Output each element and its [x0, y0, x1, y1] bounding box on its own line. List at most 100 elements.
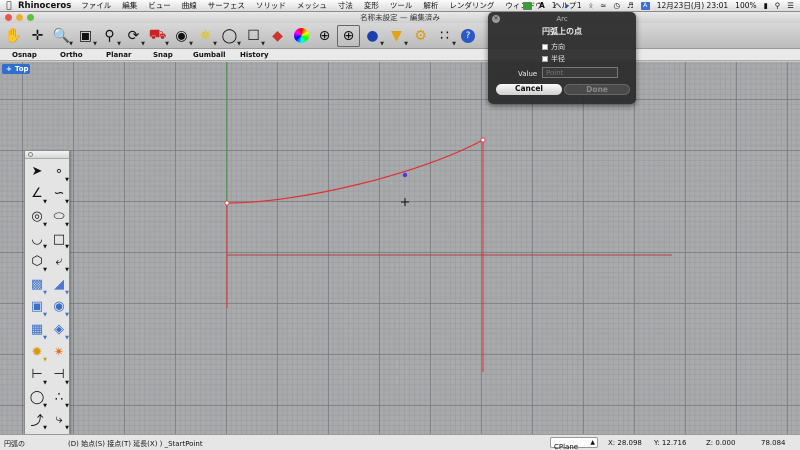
render-icon[interactable]: ∴ ▼	[48, 386, 70, 409]
option-direction[interactable]: 方向	[542, 42, 565, 52]
planar-toggle[interactable]: Planar	[106, 51, 131, 59]
gears-icon[interactable]: ⚙	[409, 25, 432, 47]
menu-edit[interactable]: 編集	[122, 0, 137, 11]
color-wheel-icon[interactable]	[294, 28, 309, 43]
done-button[interactable]: Done	[564, 84, 630, 95]
arc-mid-point[interactable]	[402, 172, 408, 178]
boolean-icon[interactable]: ◉ ▼	[48, 296, 70, 318]
spotlight-icon[interactable]: ⚲	[775, 1, 781, 10]
light-bulb-icon[interactable]: ✵ ▼	[194, 25, 217, 47]
rotate-view-icon[interactable]: ⟳ ▼	[122, 25, 145, 47]
lightbulb-off-icon[interactable]: ◯ ▼	[218, 25, 241, 47]
palette-close-icon[interactable]	[28, 152, 33, 157]
zoom-extents-icon[interactable]: ▣ ▼	[74, 25, 97, 47]
app-menu[interactable]: Rhinoceros	[18, 1, 71, 11]
surface-icon[interactable]: ▩ ▼	[26, 273, 48, 296]
surface-edit-icon[interactable]: ◢ ▼	[48, 273, 70, 296]
grid-points-icon[interactable]: ∷ ▼	[433, 25, 456, 47]
curve-icon[interactable]: ∽ ▼	[48, 183, 70, 205]
rectangle-icon[interactable]: □ ▼	[48, 228, 70, 251]
pan-hand-icon[interactable]: ✋	[2, 25, 25, 47]
offset-icon[interactable]: ⤷ ▼	[48, 409, 70, 431]
explode-icon[interactable]: ✴	[48, 341, 70, 364]
help-icon[interactable]: ?	[461, 28, 475, 43]
battery-percent[interactable]: 100%	[735, 1, 756, 10]
volume-icon[interactable]: ♬	[627, 1, 634, 10]
dialog-close-icon[interactable]: ✕	[492, 15, 500, 23]
point-icon[interactable]: ∘ ▼	[48, 160, 70, 183]
bluetooth-icon[interactable]: ᛟ	[589, 1, 594, 10]
value-input[interactable]	[542, 67, 618, 78]
input-method-icon[interactable]: A	[640, 1, 650, 10]
menu-surface[interactable]: サーフェス	[208, 0, 245, 11]
named-view-car-icon[interactable]: ⛟ ▼	[146, 25, 169, 47]
box-solid-icon[interactable]: ▣ ▼	[26, 296, 48, 318]
snap-toggle[interactable]: Snap	[153, 51, 173, 59]
zoom-selected-icon[interactable]: ⚲ ▼	[98, 25, 121, 47]
ellipse-icon[interactable]: ⬭ ▼	[48, 205, 70, 228]
command-options[interactable]: (D) 始点(S) 接点(T) 延長(X) ) _StartPoint	[68, 439, 203, 449]
analyze-icon[interactable]: ◯ ▼	[26, 386, 48, 409]
mesh-icon[interactable]: ▦ ▼	[26, 318, 48, 341]
status-cursor-icon[interactable]: ➤	[564, 1, 570, 10]
menu-solid[interactable]: ソリッド	[256, 0, 286, 11]
menu-render[interactable]: レンダリング	[449, 0, 494, 11]
move-cross-icon[interactable]: ✛	[26, 25, 49, 47]
cplane-selector[interactable]: CPlane ▲	[550, 437, 598, 450]
menu-view[interactable]: ビュー	[148, 0, 171, 11]
shaded-sphere-icon[interactable]: ⊕	[337, 24, 360, 47]
arc-end-point[interactable]	[480, 137, 486, 143]
circle-icon[interactable]: ◎ ▼	[26, 205, 48, 228]
wifi-icon[interactable]: ≈	[600, 1, 606, 10]
clock-icon[interactable]: ◷	[613, 1, 620, 10]
gumball-toggle[interactable]: Gumball	[193, 51, 226, 59]
curve-edit-icon[interactable]: ⤶ ▼	[48, 250, 70, 273]
arc-icon[interactable]: ◡ ▼	[26, 228, 48, 251]
apple-menu-icon[interactable]: 	[0, 1, 18, 11]
mesh-edit-icon[interactable]: ◈ ▼	[48, 318, 70, 341]
battery-icon[interactable]: ▮	[764, 1, 768, 10]
direction-checkbox[interactable]	[542, 44, 548, 50]
curve-tools-icon[interactable]: ⤴ ▼	[26, 409, 48, 431]
ortho-toggle[interactable]: Ortho	[60, 51, 83, 59]
transform-icon[interactable]: ✹ ▼	[26, 341, 48, 364]
menu-analyze[interactable]: 解析	[423, 0, 438, 11]
lock-icon[interactable]: ☐ ▼	[242, 25, 265, 47]
radius-checkbox[interactable]	[542, 56, 548, 62]
select-arrow-icon[interactable]: ➤	[26, 160, 48, 183]
menubar-datetime[interactable]: 12月23日(月) 23:01	[657, 0, 728, 11]
rendered-sphere-icon[interactable]: ● ▼	[361, 25, 384, 47]
close-window-icon[interactable]	[5, 14, 12, 21]
arc-start-point[interactable]	[224, 200, 230, 206]
history-toggle[interactable]: History	[240, 51, 269, 59]
text-dimension-icon[interactable]: ⊣ ▼	[48, 363, 70, 386]
status-green-icon[interactable]	[522, 1, 532, 10]
menu-curve[interactable]: 曲線	[182, 0, 197, 11]
hide-eye-icon[interactable]: ◉ ▼	[170, 25, 193, 47]
crosshair-cursor-icon	[401, 198, 409, 206]
wireframe-sphere-icon[interactable]: ⊕	[313, 25, 336, 47]
cancel-button[interactable]: Cancel	[496, 84, 562, 95]
minimize-window-icon[interactable]	[16, 14, 23, 21]
filter-icon[interactable]: ▼ ▼	[385, 25, 408, 47]
zoom-window-icon[interactable]: 🔍 ▼	[50, 25, 73, 47]
menu-dimension[interactable]: 寸法	[338, 0, 353, 11]
dimension-icon[interactable]: ⊢ ▼	[26, 363, 48, 386]
status-a-icon[interactable]: A	[539, 1, 545, 10]
coord-x: X: 28.098	[608, 439, 642, 447]
notification-center-icon[interactable]: ☰	[787, 1, 794, 10]
polygon-icon[interactable]: ⬡ ▼	[26, 250, 48, 273]
menu-transform[interactable]: 変形	[364, 0, 379, 11]
zoom-window-icon[interactable]	[27, 14, 34, 21]
radius-label: 半径	[551, 55, 565, 63]
osnap-toggle[interactable]: Osnap	[12, 51, 37, 59]
arc-curve[interactable]	[226, 139, 484, 204]
menu-file[interactable]: ファイル	[81, 0, 111, 11]
tool-palette[interactable]: ➤ ∘ ▼ ∠ ▼ ∽ ▼ ◎ ▼ ⬭ ▼ ◡ ▼ □ ▼ ⬡ ▼ ⤶ ▼ ▩ ▼ ◢ ▼ ▣ ▼ ◉ ▼…	[24, 150, 70, 450]
polyline-icon[interactable]: ∠ ▼	[26, 183, 48, 205]
palette-titlebar[interactable]	[25, 151, 69, 159]
menu-tools[interactable]: ツール	[390, 0, 413, 11]
material-icon[interactable]: ◆	[266, 25, 289, 47]
option-radius[interactable]: 半径	[542, 54, 565, 64]
menu-mesh[interactable]: メッシュ	[297, 0, 327, 11]
